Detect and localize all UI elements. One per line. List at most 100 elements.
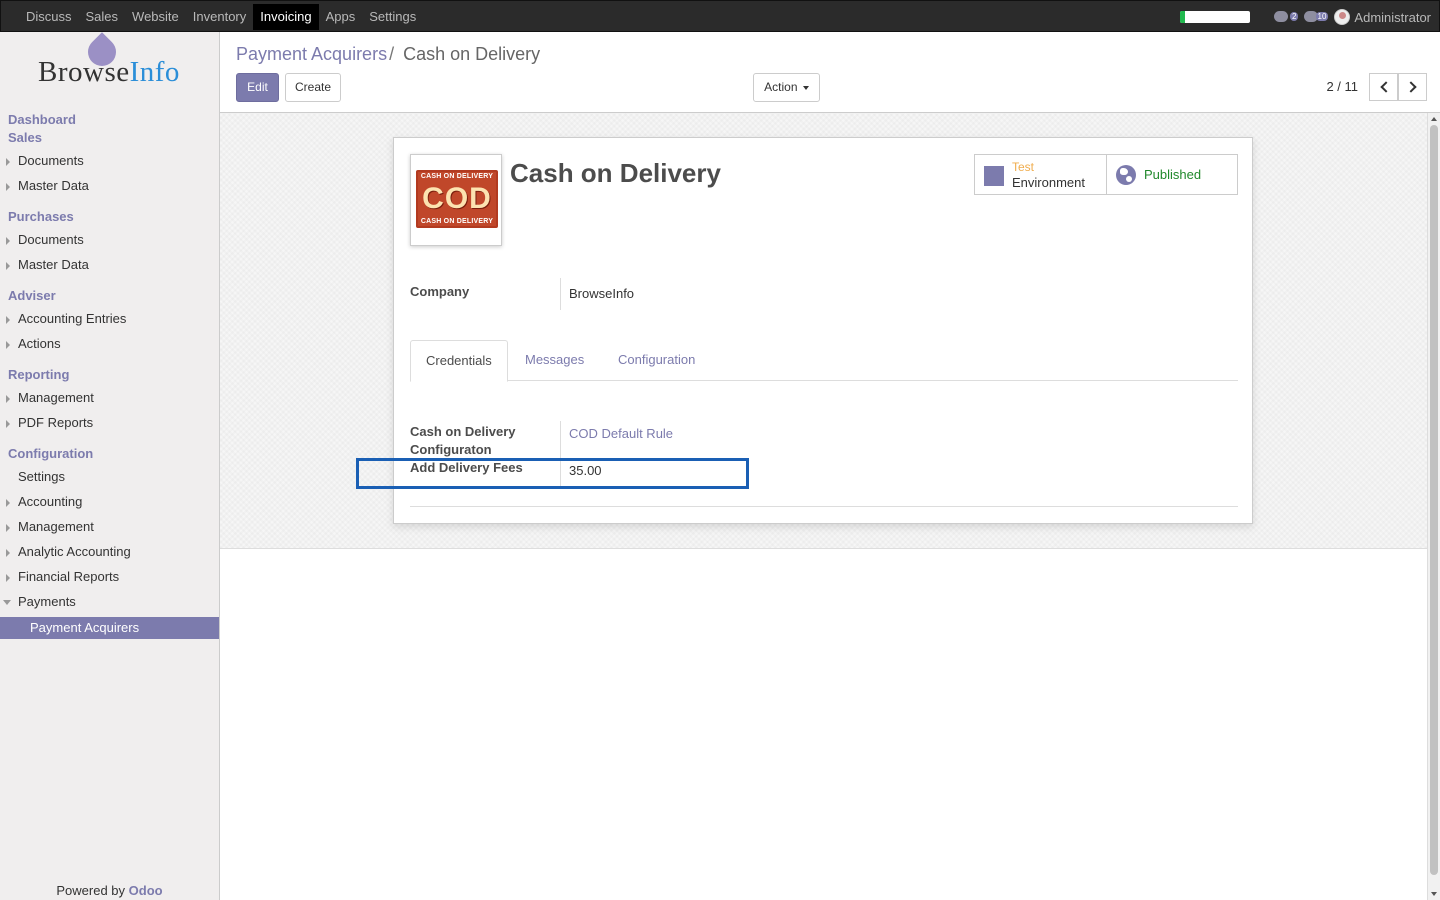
environment-toggle-button[interactable]: Test Environment bbox=[975, 155, 1106, 194]
logo-text-info: Info bbox=[129, 56, 180, 88]
scrollbar[interactable] bbox=[1427, 113, 1440, 900]
caret-right-icon bbox=[6, 262, 10, 270]
avatar bbox=[1334, 9, 1351, 25]
powered-by-text: Powered by bbox=[56, 883, 126, 898]
edit-button[interactable]: Edit bbox=[236, 73, 279, 102]
caret-right-icon bbox=[6, 549, 10, 557]
tab-messages[interactable]: Messages bbox=[510, 340, 599, 381]
pager-value[interactable]: 2 / 11 bbox=[1326, 79, 1358, 94]
scroll-up-icon[interactable] bbox=[1431, 117, 1437, 121]
user-menu[interactable]: Administrator bbox=[1334, 9, 1431, 25]
sidebar-item-settings[interactable]: Settings bbox=[0, 466, 219, 488]
sidebar-item-label: Documents bbox=[18, 232, 84, 247]
section-reporting[interactable]: Reporting bbox=[8, 367, 69, 382]
caret-right-icon bbox=[6, 420, 10, 428]
odoo-link[interactable]: Odoo bbox=[129, 883, 163, 898]
divider bbox=[410, 506, 1238, 507]
sidebar-item-accounting[interactable]: Accounting bbox=[0, 491, 219, 513]
breadcrumb-separator: / bbox=[389, 44, 395, 64]
planner-progress-bar[interactable] bbox=[1180, 11, 1251, 23]
cod-logo-bottom-text: CASH ON DELIVERY bbox=[420, 218, 494, 225]
progress-fill bbox=[1180, 11, 1186, 23]
section-configuration[interactable]: Configuration bbox=[8, 446, 93, 461]
cod-logo-top-text: CASH ON DELIVERY bbox=[420, 173, 494, 180]
tab-configuration[interactable]: Configuration bbox=[603, 340, 710, 381]
sidebar-item-label: Actions bbox=[18, 336, 61, 351]
menu-apps[interactable]: Apps bbox=[319, 4, 363, 30]
record-title: Cash on Delivery bbox=[510, 158, 721, 188]
caret-right-icon bbox=[6, 237, 10, 245]
caret-right-icon bbox=[6, 316, 10, 324]
menu-discuss[interactable]: Discuss bbox=[19, 4, 79, 30]
sidebar-item-sales-master-data[interactable]: Master Data bbox=[0, 175, 219, 197]
breadcrumb-parent[interactable]: Payment Acquirers bbox=[236, 44, 387, 64]
field-divider bbox=[560, 278, 561, 310]
sidebar-item-purchase-master-data[interactable]: Master Data bbox=[0, 254, 219, 276]
sidebar-item-payment-acquirers[interactable]: Payment Acquirers bbox=[0, 617, 219, 639]
cod-configuration-label-line1: Cash on Delivery bbox=[410, 424, 516, 439]
globe-icon bbox=[1116, 165, 1136, 185]
control-panel: Payment Acquirers / Cash on Delivery Edit… bbox=[220, 32, 1440, 113]
breadcrumb-current: Cash on Delivery bbox=[403, 44, 541, 64]
environment-square-icon bbox=[984, 166, 1004, 186]
pager-previous-button[interactable] bbox=[1369, 73, 1398, 101]
top-navbar: Discuss Sales Website Inventory Invoicin… bbox=[0, 0, 1440, 32]
section-dashboard[interactable]: Dashboard bbox=[8, 112, 76, 127]
sidebar-item-label: Payments bbox=[18, 594, 76, 609]
messages-icon[interactable]: 10 bbox=[1304, 9, 1329, 25]
sidebar-item-pdf-reports[interactable]: PDF Reports bbox=[0, 412, 219, 434]
scrollbar-thumb[interactable] bbox=[1430, 125, 1438, 875]
sidebar-item-label: Management bbox=[18, 519, 94, 534]
logo-text-browse: Browse bbox=[38, 56, 130, 88]
sidebar-item-label: Master Data bbox=[18, 257, 89, 272]
company-value: BrowseInfo bbox=[569, 286, 635, 301]
sidebar-item-purchase-documents[interactable]: Documents bbox=[0, 229, 219, 251]
section-purchases[interactable]: Purchases bbox=[8, 209, 74, 224]
pager-next-button[interactable] bbox=[1398, 73, 1427, 101]
sidebar-item-label: Master Data bbox=[18, 178, 89, 193]
sidebar-item-accounting-entries[interactable]: Accounting Entries bbox=[0, 308, 219, 330]
action-dropdown[interactable]: Action bbox=[753, 73, 820, 102]
create-button[interactable]: Create bbox=[285, 73, 341, 102]
caret-right-icon bbox=[6, 158, 10, 166]
sidebar-item-analytic-accounting[interactable]: Analytic Accounting bbox=[0, 541, 219, 563]
published-label: Published bbox=[1144, 167, 1202, 182]
highlight-box bbox=[356, 458, 749, 489]
notebook-tabs: Credentials Messages Configuration bbox=[410, 340, 1238, 382]
cod-configuration-value[interactable]: COD Default Rule bbox=[569, 426, 673, 441]
acquirer-image[interactable]: CASH ON DELIVERY COD CASH ON DELIVERY bbox=[410, 154, 502, 246]
menu-inventory[interactable]: Inventory bbox=[186, 4, 253, 30]
cod-configuration-label-line2: Configuraton bbox=[410, 442, 492, 457]
chat-icon[interactable]: 2 bbox=[1274, 9, 1299, 25]
menu-settings[interactable]: Settings bbox=[362, 4, 423, 30]
menu-sales[interactable]: Sales bbox=[79, 4, 126, 30]
sidebar-item-label: Financial Reports bbox=[18, 569, 120, 584]
section-adviser[interactable]: Adviser bbox=[8, 288, 56, 303]
scroll-down-icon[interactable] bbox=[1431, 892, 1437, 896]
sidebar-item-financial-reports[interactable]: Financial Reports bbox=[0, 566, 219, 588]
powered-by-footer: Powered by Odoo bbox=[0, 883, 219, 898]
sidebar: BrowseInfo Dashboard Sales Documents Mas… bbox=[0, 32, 220, 900]
tab-credentials[interactable]: Credentials bbox=[410, 340, 508, 382]
company-label: Company bbox=[410, 284, 470, 299]
sidebar-item-config-management[interactable]: Management bbox=[0, 516, 219, 538]
caret-right-icon bbox=[6, 524, 10, 532]
sidebar-item-label: Management bbox=[18, 390, 94, 405]
sidebar-item-payments[interactable]: Payments bbox=[0, 591, 219, 613]
section-sales[interactable]: Sales bbox=[8, 130, 42, 145]
caret-right-icon bbox=[6, 183, 10, 191]
caret-down-icon bbox=[3, 600, 11, 605]
published-toggle-button[interactable]: Published bbox=[1106, 155, 1237, 194]
environment-label-bottom: Environment bbox=[1012, 175, 1085, 190]
sidebar-item-label: Accounting bbox=[18, 494, 83, 509]
menu-invoicing[interactable]: Invoicing bbox=[253, 4, 319, 30]
sidebar-item-actions[interactable]: Actions bbox=[0, 333, 219, 355]
sidebar-item-label: Settings bbox=[18, 469, 65, 484]
sidebar-item-sales-documents[interactable]: Documents bbox=[0, 150, 219, 172]
sidebar-item-label: PDF Reports bbox=[18, 415, 94, 430]
environment-label-top: Test bbox=[1012, 160, 1035, 174]
menu-website[interactable]: Website bbox=[125, 4, 186, 30]
action-dropdown-label: Action bbox=[764, 80, 798, 94]
smart-button-box: Test Environment Published bbox=[974, 154, 1238, 195]
sidebar-item-reporting-management[interactable]: Management bbox=[0, 387, 219, 409]
